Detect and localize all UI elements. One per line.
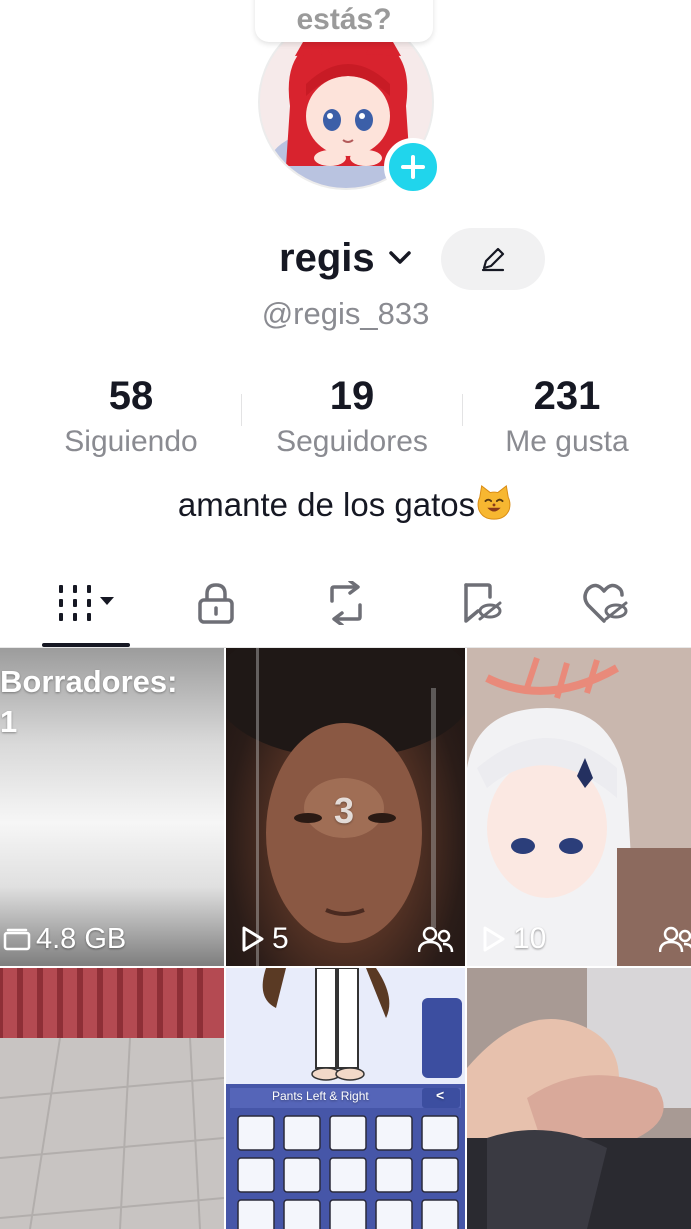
- heart-hidden-icon: [583, 583, 628, 623]
- stat-value: 231: [533, 374, 601, 418]
- plus-icon: [401, 155, 425, 179]
- drafts-count: 1: [0, 704, 18, 739]
- profile-stats: 58 Siguiendo 19 Seguidores 231 Me gusta: [0, 372, 691, 472]
- bookmark-hidden-icon: [464, 583, 502, 623]
- friends-icon: [659, 926, 691, 953]
- bio[interactable]: amante de los gatos: [0, 484, 691, 524]
- tab-favorites[interactable]: [450, 570, 510, 636]
- video-tile[interactable]: [467, 968, 691, 1229]
- video-thumbnail: [467, 968, 691, 1229]
- stat-followers[interactable]: 19 Seguidores: [242, 372, 462, 462]
- edit-profile-button[interactable]: [441, 228, 545, 290]
- video-thumbnail: [467, 648, 691, 966]
- drafts-size-row: 4.8 GB: [2, 923, 126, 956]
- view-count: 10: [513, 922, 547, 955]
- pencil-icon: [481, 247, 505, 272]
- tab-liked[interactable]: [576, 570, 636, 636]
- play-count: 5: [240, 922, 289, 956]
- name-row: regis: [0, 228, 691, 292]
- stat-label: Siguiendo: [64, 425, 198, 458]
- speech-bubble: estás?: [255, 0, 433, 42]
- add-photo-button[interactable]: [384, 138, 442, 196]
- bio-text: amante de los gatos: [177, 486, 476, 523]
- drafts-title: Borradores:: [0, 664, 178, 699]
- panel-title: Pants Left & Right: [272, 1089, 369, 1103]
- video-tile[interactable]: [0, 968, 224, 1229]
- countdown-overlay: 3: [334, 790, 355, 831]
- tab-private[interactable]: [186, 570, 246, 636]
- user-handle: @regis_833: [261, 296, 430, 331]
- tab-videos[interactable]: [44, 570, 130, 636]
- tab-reposts[interactable]: [316, 570, 376, 636]
- play-icon: [483, 926, 505, 952]
- stat-value: 19: [329, 374, 375, 418]
- drafts-tile[interactable]: Borradores: 1 4.8 GB: [0, 648, 224, 966]
- grid-icon: [59, 585, 114, 621]
- stat-likes[interactable]: 231 Me gusta: [457, 372, 677, 462]
- stat-following[interactable]: 58 Siguiendo: [21, 372, 241, 462]
- username[interactable]: regis: [279, 236, 375, 281]
- repost-icon: [330, 581, 362, 625]
- video-tile[interactable]: 10: [467, 648, 691, 966]
- view-count: 5: [272, 922, 289, 955]
- panel-back-label: <: [436, 1087, 445, 1103]
- lock-icon: [198, 583, 234, 624]
- chevron-down-icon[interactable]: [388, 250, 412, 266]
- bubble-text: estás?: [296, 3, 392, 36]
- stat-value: 58: [108, 374, 154, 418]
- friends-icon: [418, 926, 454, 953]
- video-tile[interactable]: Pants Left & Right <: [226, 968, 465, 1229]
- stat-label: Seguidores: [276, 425, 428, 458]
- video-tile[interactable]: 3 5: [226, 648, 465, 966]
- folder-icon: [3, 928, 31, 950]
- play-count: 10: [481, 922, 546, 956]
- stat-label: Me gusta: [505, 425, 629, 458]
- cat-face-emoji-icon: [477, 485, 511, 520]
- drafts-size: 4.8 GB: [36, 923, 127, 955]
- video-thumbnail: [0, 968, 224, 1229]
- profile-tabs: [0, 570, 691, 648]
- play-icon: [242, 926, 264, 952]
